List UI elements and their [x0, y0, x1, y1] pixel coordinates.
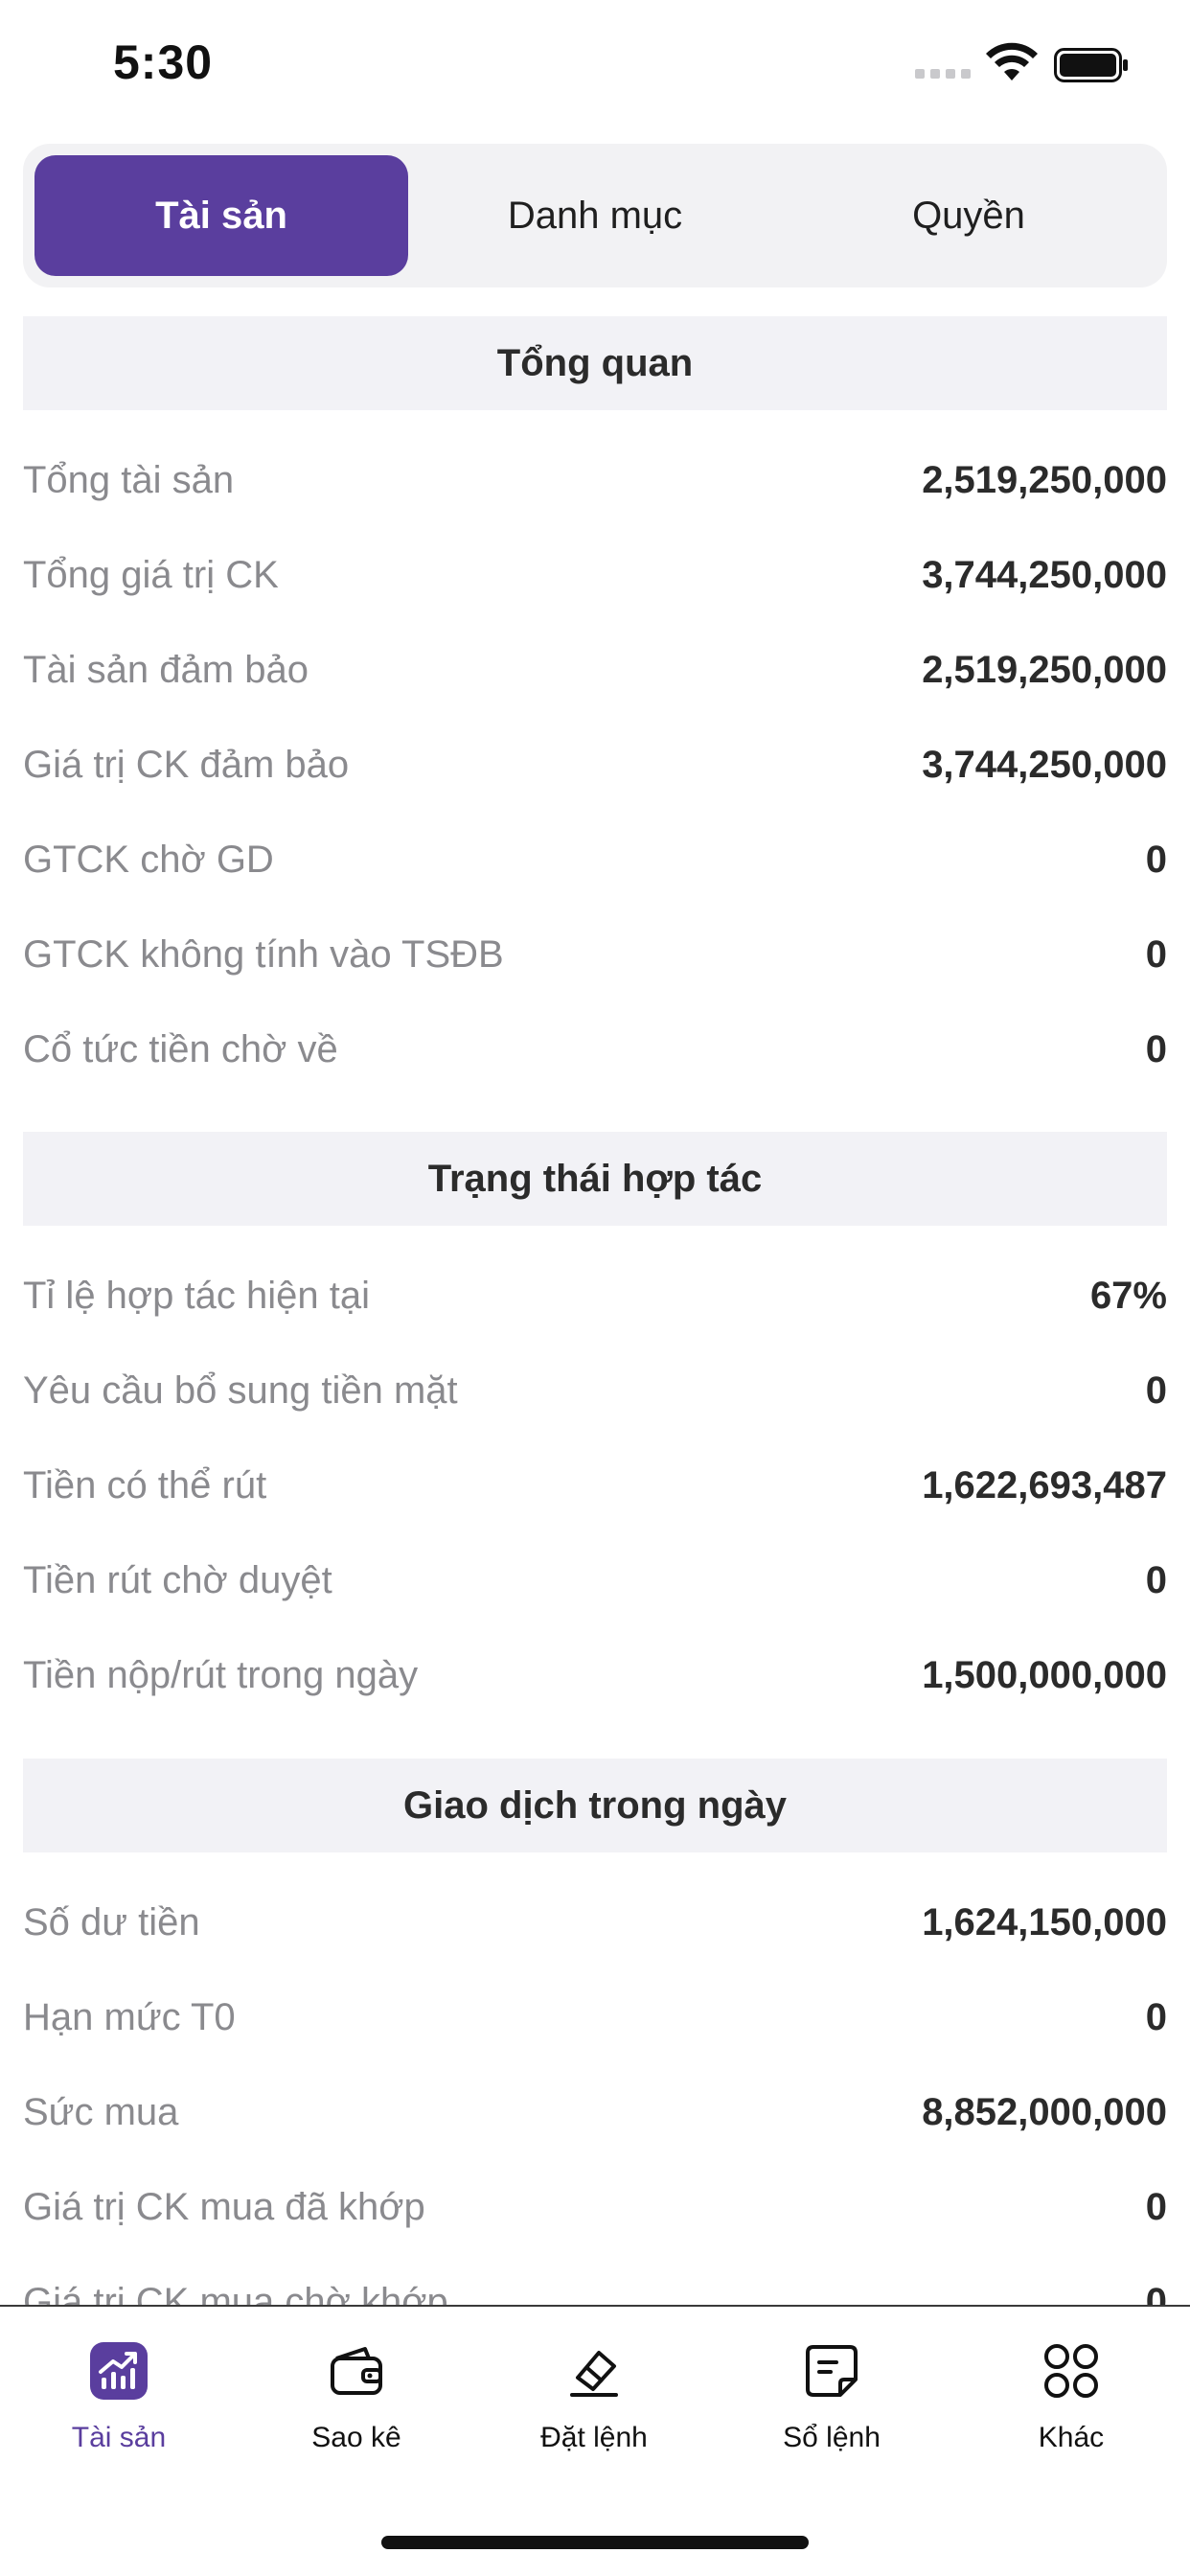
row-value: 0 [1145, 2186, 1167, 2228]
wallet-icon [331, 2347, 382, 2395]
nav-assets[interactable]: Tài sản [0, 2341, 238, 2475]
row-non-collateral-securities: GTCK không tính vào TSĐB 0 [23, 908, 1167, 1002]
row-value: 3,744,250,000 [922, 744, 1167, 786]
row-label: Yêu cầu bổ sung tiền mặt [23, 1369, 458, 1412]
nav-order-book[interactable]: Sổ lệnh [713, 2341, 950, 2475]
row-matched-buy-value: Giá trị CK mua đã khớp 0 [23, 2160, 1167, 2255]
row-total-securities-value: Tổng giá trị CK 3,744,250,000 [23, 528, 1167, 623]
row-value: 1,500,000,000 [922, 1654, 1167, 1696]
note-icon [806, 2345, 858, 2397]
grid-icon [1044, 2344, 1098, 2398]
row-value: 0 [1145, 1996, 1167, 2038]
nav-label: Tài sản [71, 2422, 167, 2453]
segmented-tabs: Tài sản Danh mục Quyền [23, 144, 1167, 288]
status-time: 5:30 [113, 35, 214, 89]
nav-label: Đặt lệnh [540, 2422, 648, 2453]
row-label: Tỉ lệ hợp tác hiện tại [23, 1275, 370, 1317]
nav-label: Sổ lệnh [783, 2422, 881, 2453]
row-cooperation-ratio: Tỉ lệ hợp tác hiện tại 67% [23, 1249, 1167, 1344]
row-label: Sức mua [23, 2091, 179, 2133]
nav-label: Sao kê [311, 2422, 401, 2453]
row-value: 2,519,250,000 [922, 649, 1167, 691]
wifi-icon [986, 42, 1038, 80]
row-collateral-securities-value: Giá trị CK đảm bảo 3,744,250,000 [23, 718, 1167, 813]
nav-statement[interactable]: Sao kê [238, 2341, 475, 2475]
row-value: 1,622,693,487 [922, 1464, 1167, 1506]
chart-up-icon [90, 2342, 148, 2400]
section-header-cooperation: Trạng thái hợp tác [23, 1132, 1167, 1226]
row-label: GTCK không tính vào TSĐB [23, 933, 504, 976]
eraser-icon [570, 2351, 618, 2397]
row-value: 1,624,150,000 [922, 1901, 1167, 1944]
row-value: 2,519,250,000 [922, 459, 1167, 501]
row-daily-deposit-withdrawal: Tiền nộp/rút trong ngày 1,500,000,000 [23, 1628, 1167, 1723]
row-cash-call: Yêu cầu bổ sung tiền mặt 0 [23, 1344, 1167, 1438]
nav-more[interactable]: Khác [952, 2341, 1190, 2475]
home-indicator [381, 2536, 809, 2549]
row-label: Tiền có thể rút [23, 1464, 267, 1506]
tab-portfolio[interactable]: Danh mục [408, 155, 782, 276]
row-buying-power: Sức mua 8,852,000,000 [23, 2065, 1167, 2160]
row-t0-limit: Hạn mức T0 0 [23, 1970, 1167, 2065]
tab-rights[interactable]: Quyền [782, 155, 1156, 276]
row-label: Tổng giá trị CK [23, 554, 279, 596]
row-value: 8,852,000,000 [922, 2091, 1167, 2133]
row-value: 0 [1145, 933, 1167, 976]
row-value: 0 [1145, 1369, 1167, 1412]
row-pending-dividends: Cổ tức tiền chờ về 0 [23, 1002, 1167, 1097]
row-label: Tiền nộp/rút trong ngày [23, 1654, 419, 1696]
row-label: Giá trị CK mua đã khớp [23, 2186, 425, 2228]
row-label: GTCK chờ GD [23, 839, 274, 881]
row-label: Số dư tiền [23, 1901, 200, 1944]
row-label: Giá trị CK đảm bảo [23, 744, 350, 786]
row-total-assets: Tổng tài sản 2,519,250,000 [23, 433, 1167, 528]
tab-assets[interactable]: Tài sản [34, 155, 408, 276]
row-label: Cổ tức tiền chờ về [23, 1028, 338, 1070]
row-label: Tiền rút chờ duyệt [23, 1559, 332, 1601]
section-header-overview: Tổng quan [23, 316, 1167, 410]
row-value: 0 [1145, 839, 1167, 881]
row-cash-balance: Số dư tiền 1,624,150,000 [23, 1875, 1167, 1970]
section-header-intraday: Giao dịch trong ngày [23, 1759, 1167, 1852]
row-withdrawable-cash: Tiền có thể rút 1,622,693,487 [23, 1438, 1167, 1533]
nav-label: Khác [1038, 2422, 1105, 2453]
row-label: Hạn mức T0 [23, 1996, 236, 2038]
battery-icon [1054, 48, 1128, 82]
row-value: 67% [1089, 1275, 1167, 1317]
row-pending-withdrawal: Tiền rút chờ duyệt 0 [23, 1533, 1167, 1628]
row-collateral-assets: Tài sản đảm bảo 2,519,250,000 [23, 623, 1167, 718]
row-pending-securities: GTCK chờ GD 0 [23, 813, 1167, 908]
row-label: Tài sản đảm bảo [23, 649, 309, 691]
cellular-signal-icon [915, 67, 973, 80]
row-label: Tổng tài sản [23, 459, 235, 501]
status-bar: 5:30 [0, 0, 1190, 134]
row-value: 0 [1145, 1028, 1167, 1070]
row-value: 0 [1145, 1559, 1167, 1601]
row-value: 3,744,250,000 [922, 554, 1167, 596]
nav-place-order[interactable]: Đặt lệnh [475, 2341, 713, 2475]
